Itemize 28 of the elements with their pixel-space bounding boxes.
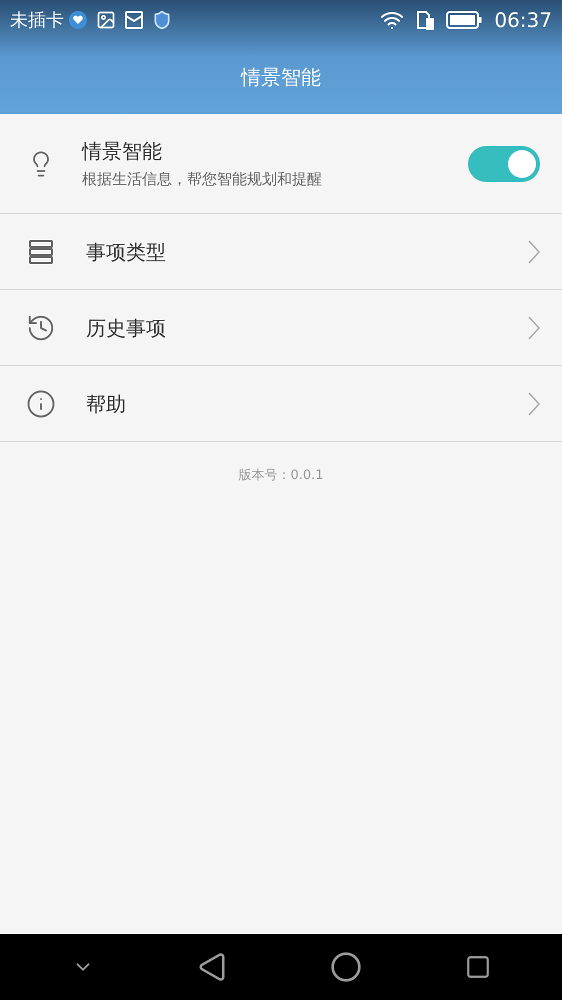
row-title: 帮助 [86, 390, 126, 418]
home-icon[interactable] [330, 951, 362, 983]
info-icon [26, 388, 56, 418]
battery-icon [446, 11, 482, 29]
toggle-knob [508, 150, 536, 178]
settings-row[interactable]: 历史事项 [0, 290, 562, 366]
page-title: 情景智能 [241, 64, 321, 91]
chevron-right-icon [528, 240, 540, 264]
row-title: 情景智能 [82, 138, 163, 166]
toggle-switch[interactable] [468, 146, 540, 182]
shield-icon [152, 10, 172, 30]
row-title: 历史事项 [86, 314, 166, 342]
sim-alert-icon [416, 10, 434, 30]
settings-row[interactable]: 事项类型 [0, 214, 562, 290]
clock-text: 06:37 [494, 7, 552, 34]
chevron-right-icon [528, 392, 540, 416]
chevron-right-icon [528, 316, 540, 340]
carrier-text: 未插卡 [10, 8, 64, 32]
version-text: 版本号：0.0.1 [238, 467, 324, 485]
image-icon [96, 10, 116, 30]
list-icon [28, 238, 54, 264]
settings-row[interactable]: 帮助 [0, 366, 562, 442]
back-icon[interactable] [196, 952, 226, 982]
settings-row[interactable]: 情景智能 根据生活信息，帮您智能规划和提醒 [0, 114, 562, 214]
row-subtitle: 根据生活信息，帮您智能规划和提醒 [82, 169, 322, 190]
row-title: 事项类型 [86, 238, 166, 266]
envelope-icon [124, 10, 144, 30]
recents-icon[interactable] [464, 954, 490, 980]
